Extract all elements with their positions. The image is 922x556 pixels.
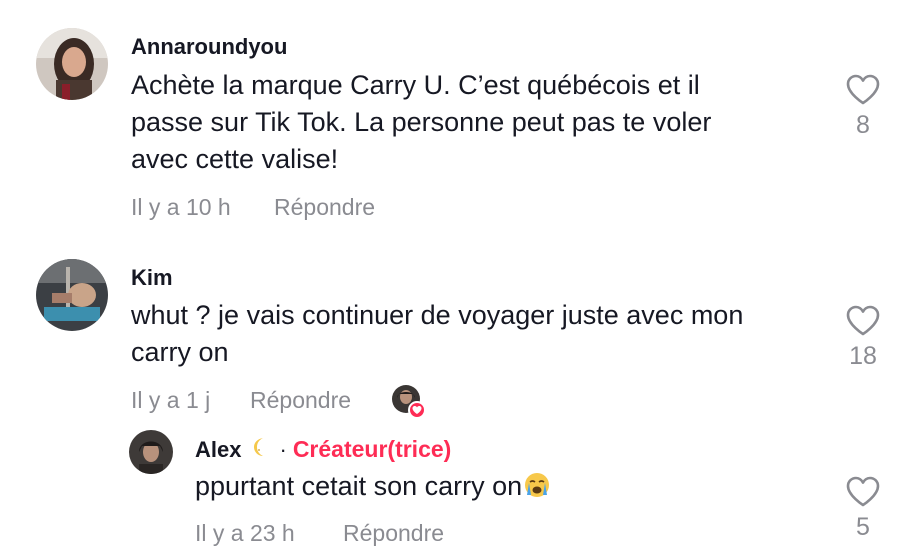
comment-text-line: passe sur Tik Tok. La personne peut pas … — [131, 107, 712, 137]
reply-text: ppurtant cetait son carry on — [195, 471, 523, 501]
reply-text-row: ppurtant cetait son carry on — [195, 468, 551, 509]
heart-outline-icon — [833, 476, 893, 507]
reply-header: Alex · Créateur(trice) — [195, 436, 451, 463]
reply-button[interactable]: Répondre — [250, 387, 351, 414]
crying-face-emoji-icon — [523, 471, 551, 509]
like-button[interactable]: 8 — [833, 74, 893, 140]
like-button[interactable]: 18 — [833, 305, 893, 371]
comment-username[interactable]: Kim — [131, 265, 173, 291]
creator-badge: Créateur(trice) — [292, 436, 452, 462]
creator-liked-badge — [391, 384, 427, 420]
reply-button[interactable]: Répondre — [274, 194, 375, 221]
comment-text-line: carry on — [131, 337, 229, 367]
avatar[interactable] — [36, 28, 108, 100]
comment-text-line: Achète la marque Carry U. C’est québécoi… — [131, 70, 700, 100]
moon-emoji-icon — [251, 436, 271, 463]
reply-button[interactable]: Répondre — [343, 520, 444, 547]
comment-time: Il y a 1 j — [131, 387, 211, 413]
heart-outline-icon — [833, 74, 893, 105]
comment-text-line: avec cette valise! — [131, 144, 339, 174]
comment-text: Achète la marque Carry U. C’est québécoi… — [131, 67, 831, 178]
reply-time: Il y a 23 h — [195, 520, 295, 546]
comment-username[interactable]: Annaroundyou — [131, 34, 287, 60]
separator: · — [279, 436, 287, 462]
like-count: 5 — [856, 513, 870, 541]
reply-username[interactable]: Alex — [195, 437, 241, 463]
like-count: 8 — [856, 111, 870, 139]
like-button[interactable]: 5 — [833, 476, 893, 542]
heart-outline-icon — [833, 305, 893, 336]
avatar[interactable] — [36, 259, 108, 331]
comment-text: whut ? je vais continuer de voyager just… — [131, 297, 831, 371]
comment-time: Il y a 10 h — [131, 194, 231, 220]
avatar[interactable] — [129, 430, 173, 474]
like-count: 18 — [849, 342, 877, 370]
comment-text-line: whut ? je vais continuer de voyager just… — [131, 300, 744, 330]
